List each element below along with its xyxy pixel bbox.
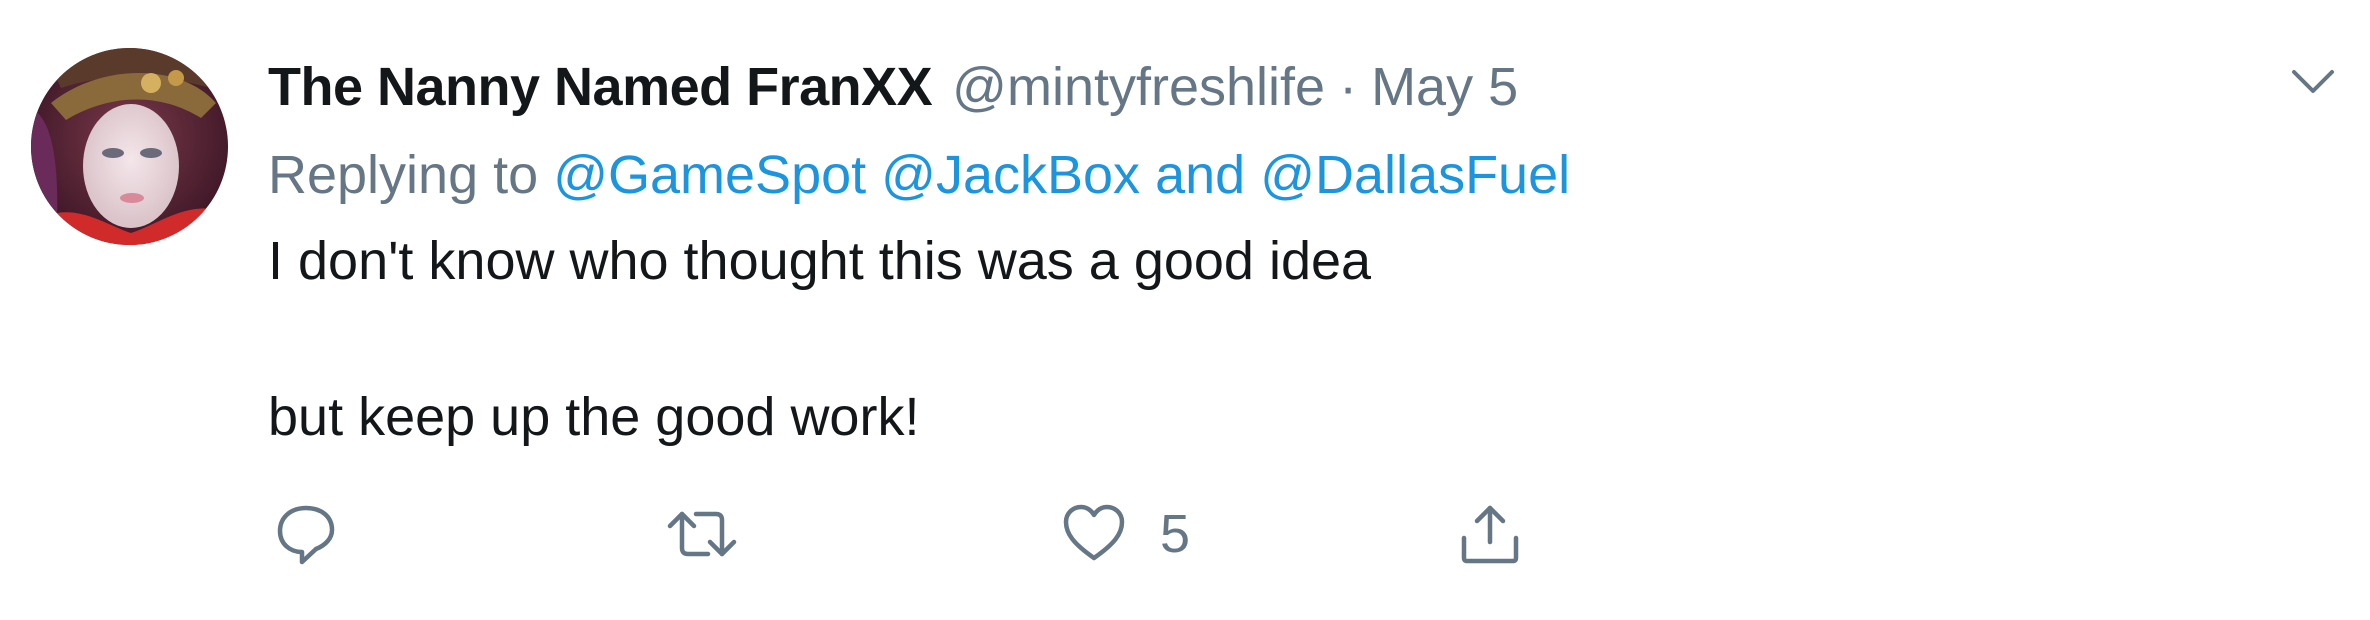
mention-conjunction[interactable]: and: [1155, 145, 1245, 205]
replying-to-label: Replying to: [268, 145, 539, 205]
tweet-header: The Nanny Named FranXX @mintyfreshlife · Ma…: [268, 52, 1518, 122]
chevron-down-icon: [2292, 70, 2334, 93]
mention-jackbox[interactable]: @JackBox: [881, 145, 1140, 205]
mention-dallasfuel[interactable]: @DallasFuel: [1260, 145, 1570, 205]
tweet-text-line: but keep up the good work!: [268, 387, 920, 447]
avatar-image: [31, 48, 228, 245]
replying-to: Replying to @GameSpot @JackBox and @Dall…: [268, 140, 1570, 210]
user-handle[interactable]: @mintyfreshlife: [952, 57, 1325, 117]
heart-icon: [1063, 504, 1125, 561]
reply-button[interactable]: [272, 500, 340, 568]
avatar[interactable]: [31, 48, 228, 245]
more-menu-button[interactable]: [2288, 62, 2338, 102]
separator: ·: [1339, 57, 1358, 117]
tweet-date[interactable]: May 5: [1371, 57, 1518, 117]
display-name[interactable]: The Nanny Named FranXX: [268, 57, 933, 117]
tweet: The Nanny Named FranXX @mintyfreshlife · Ma…: [0, 0, 2370, 620]
like-count: 5: [1160, 504, 1191, 564]
tweet-text-line: I don't know who thought this was a good…: [268, 231, 1372, 291]
reply-icon: [277, 505, 335, 565]
mention-gamespot[interactable]: @GameSpot: [553, 145, 866, 205]
retweet-button[interactable]: [664, 500, 740, 568]
like-button[interactable]: 5: [1060, 500, 1190, 568]
share-icon: [1461, 505, 1519, 564]
share-button[interactable]: [1456, 500, 1524, 568]
retweet-icon: [667, 511, 737, 557]
